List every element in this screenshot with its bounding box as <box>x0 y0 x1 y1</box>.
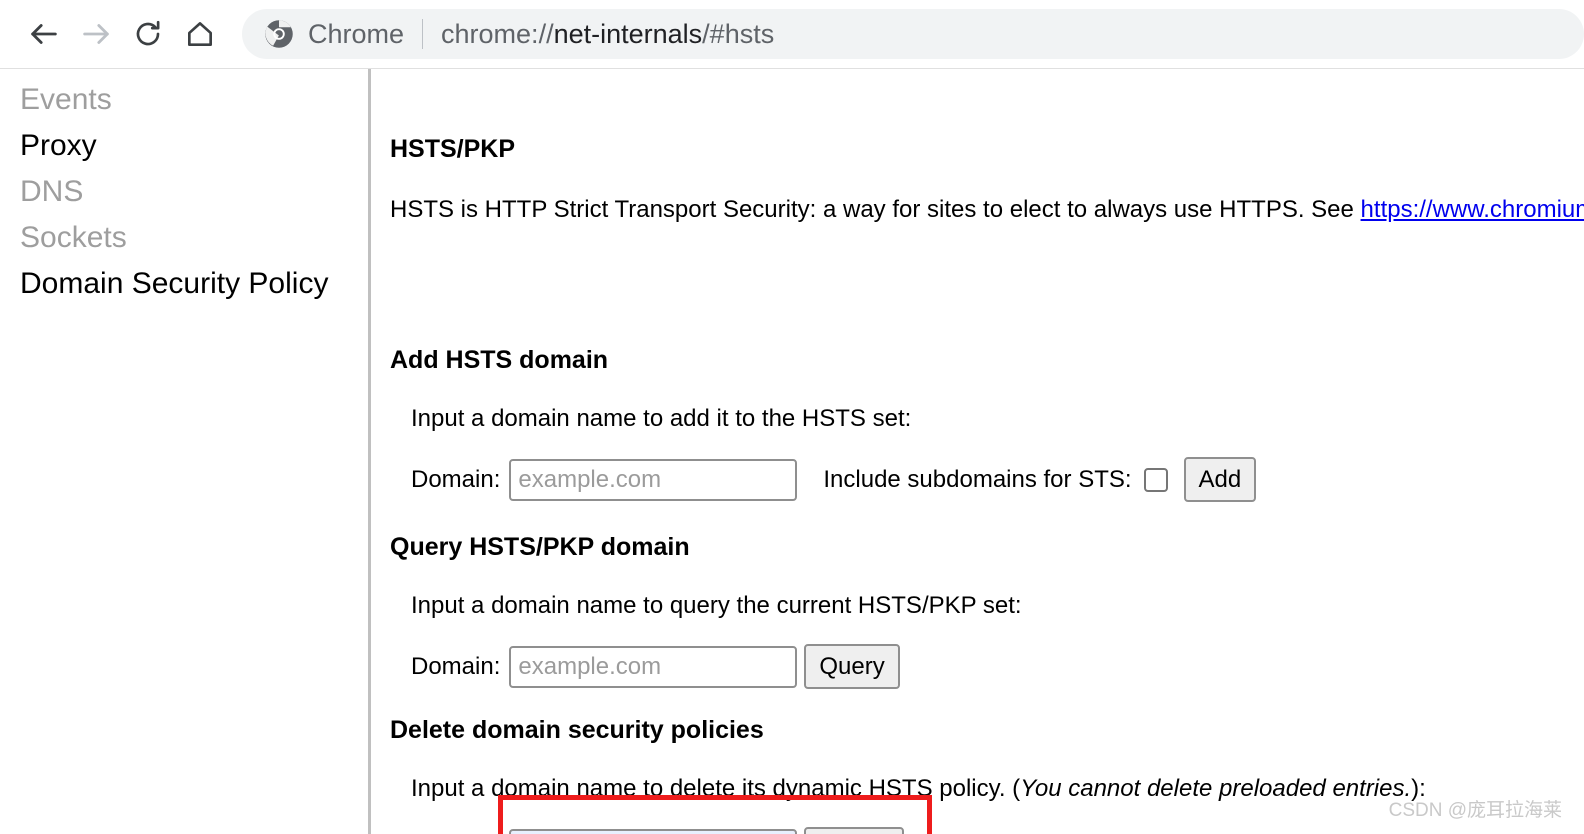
add-domain-field-row: Domain: Include subdomains for STS: Add <box>411 457 1257 503</box>
sidebar: Events Proxy DNS Sockets Domain Security… <box>0 69 371 834</box>
omnibox-url-prefix: chrome:// <box>441 18 554 49</box>
delete-section-description: Input a domain name to delete its dynami… <box>411 774 1426 802</box>
browser-toolbar: Chrome chrome://net-internals/#hsts <box>0 0 1584 68</box>
home-button[interactable] <box>174 8 226 60</box>
add-section-description: Input a domain name to add it to the HST… <box>411 404 912 432</box>
add-domain-input[interactable] <box>509 458 798 501</box>
delete-domain-input[interactable] <box>509 828 798 834</box>
forward-arrow-icon <box>79 17 113 51</box>
page-title: HSTS/PKP <box>390 135 516 163</box>
delete-domain-field-row: Domain: Delete <box>411 827 1426 834</box>
hsts-intro-text: HSTS is HTTP Strict Transport Security: … <box>390 196 1361 223</box>
sidebar-item-sockets[interactable]: Sockets <box>0 215 368 261</box>
query-domain-field-row: Domain: Query <box>411 644 1022 690</box>
hsts-intro-paragraph: HSTS is HTTP Strict Transport Security: … <box>390 196 1584 223</box>
reload-icon <box>132 18 164 50</box>
omnibox-url-text[interactable]: chrome://net-internals/#hsts <box>441 19 774 50</box>
address-bar[interactable]: Chrome chrome://net-internals/#hsts <box>242 9 1584 59</box>
omnibox-url-suffix: /#hsts <box>702 18 775 49</box>
delete-domain-policies-section: Delete domain security policies Input a … <box>390 697 1426 834</box>
query-domain-label: Domain: <box>411 652 501 680</box>
csdn-watermark: CSDN @庞耳拉海莱 <box>1388 800 1562 821</box>
add-hsts-domain-section: Add HSTS domain Input a domain name to a… <box>390 327 1257 503</box>
omnibox-brand-label: Chrome <box>308 18 405 49</box>
add-button[interactable]: Add <box>1183 457 1257 503</box>
page-viewport: Events Proxy DNS Sockets Domain Security… <box>0 68 1584 834</box>
sidebar-item-events[interactable]: Events <box>0 77 368 123</box>
chrome-logo-icon <box>264 19 294 49</box>
sidebar-item-proxy[interactable]: Proxy <box>0 123 368 169</box>
sidebar-item-dns[interactable]: DNS <box>0 169 368 215</box>
delete-button[interactable]: Delete <box>804 827 904 834</box>
query-section-description: Input a domain name to query the current… <box>411 591 1022 619</box>
hsts-reference-link[interactable]: https://www.chromium.org/hsts <box>1361 196 1584 223</box>
query-button[interactable]: Query <box>804 644 900 690</box>
add-section-heading: Add HSTS domain <box>390 345 609 374</box>
back-button[interactable] <box>18 8 70 60</box>
query-section-heading: Query HSTS/PKP domain <box>390 532 690 561</box>
forward-button[interactable] <box>70 8 122 60</box>
add-domain-label: Domain: <box>411 465 501 493</box>
sidebar-item-domain-security-policy[interactable]: Domain Security Policy <box>0 261 368 307</box>
delete-section-heading: Delete domain security policies <box>390 715 764 744</box>
query-domain-input[interactable] <box>509 645 798 688</box>
include-subdomains-label: Include subdomains for STS: <box>823 465 1132 493</box>
omnibox-separator <box>422 19 424 49</box>
back-arrow-icon <box>27 17 61 51</box>
delete-description-before: Input a domain name to delete its dynami… <box>411 774 1021 802</box>
include-subdomains-checkbox[interactable] <box>1143 467 1168 492</box>
home-icon <box>184 18 216 50</box>
omnibox-url-host: net-internals <box>553 18 703 49</box>
delete-description-italic: You cannot delete preloaded entries. <box>1020 774 1412 802</box>
query-hsts-domain-section: Query HSTS/PKP domain Input a domain nam… <box>390 514 1022 690</box>
reload-button[interactable] <box>122 8 174 60</box>
